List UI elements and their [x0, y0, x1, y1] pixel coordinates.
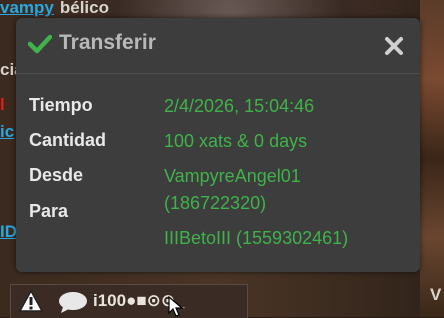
chat-message-text: bélico: [59, 0, 109, 17]
user-list-fragment: V: [430, 285, 442, 304]
transfer-dialog: Transferir Tiempo 2/4/2026, 15:04:46 Can…: [16, 18, 420, 272]
dialog-header: Transferir: [16, 18, 420, 74]
from-user-value: VampyreAngel01: [164, 166, 301, 186]
chat-username-link[interactable]: vampy: [0, 0, 54, 17]
chat-bubble-icon[interactable]: [57, 290, 89, 314]
amount-value: 100 xats & 0 days: [164, 131, 308, 151]
warning-icon[interactable]: [19, 289, 43, 313]
time-label: Tiempo: [29, 95, 93, 115]
to-value: IIIBetoIII (1559302461): [164, 228, 349, 248]
chat-link-fragment[interactable]: ID: [0, 222, 17, 242]
check-icon: [28, 34, 52, 54]
from-label: Desde: [29, 165, 84, 185]
time-value: 2/4/2026, 15:04:46: [164, 96, 315, 116]
chat-link-fragment[interactable]: ic: [0, 122, 14, 142]
close-icon[interactable]: [384, 36, 404, 56]
user-list-strip: [420, 0, 444, 317]
mouse-cursor-icon: [168, 296, 184, 317]
dialog-title: Transferir: [59, 31, 156, 54]
from-id-value: (186722320): [164, 193, 267, 213]
to-label: Para: [29, 201, 69, 221]
chat-toolbar: i100●■⊙⊙_: [10, 284, 248, 318]
chat-message-line: vampy bélico: [0, 0, 109, 18]
amount-label: Cantidad: [29, 130, 107, 150]
chat-text-fragment: l: [0, 95, 5, 114]
